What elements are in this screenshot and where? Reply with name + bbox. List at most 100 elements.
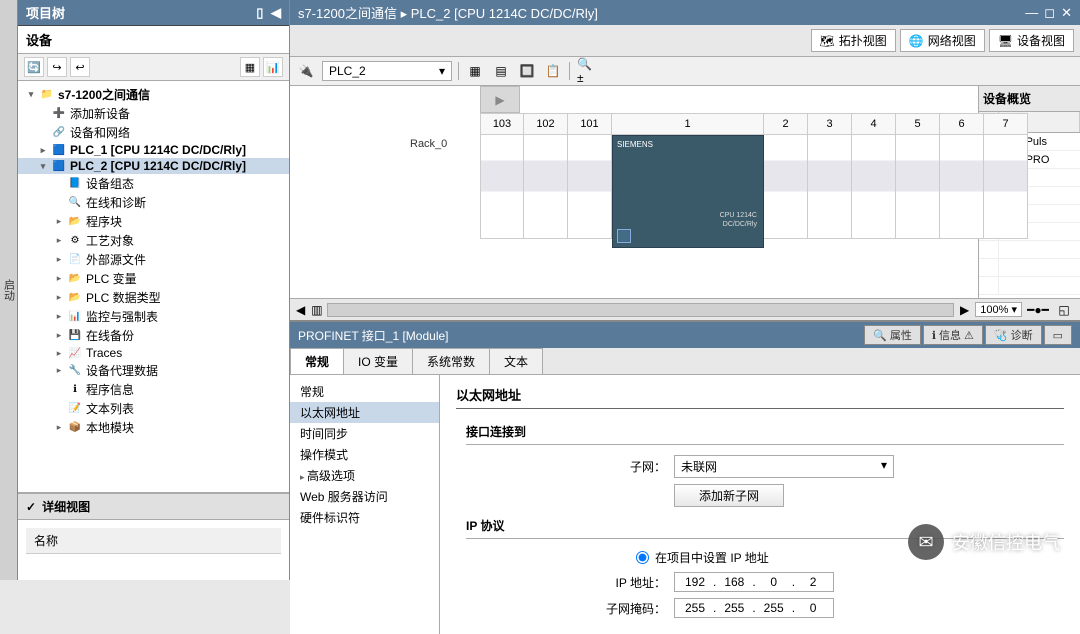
tree-item[interactable]: ℹ程序信息: [18, 380, 289, 399]
tree-btn-1[interactable]: 🔄: [24, 57, 44, 77]
tree-expander[interactable]: ▸: [54, 330, 64, 341]
prop-nav-item[interactable]: 高级选项: [290, 465, 439, 486]
prop-nav-item[interactable]: 以太网地址: [290, 402, 439, 423]
tree-item[interactable]: ▸🔧设备代理数据: [18, 361, 289, 380]
device-canvas[interactable]: ▶ Rack_0 1031021011234567 SIEMENS CPU 12…: [290, 86, 1080, 298]
slot-cell[interactable]: [984, 135, 1028, 239]
prop-tab[interactable]: 文本: [489, 348, 543, 374]
slot-cell[interactable]: [852, 135, 896, 239]
overview-row[interactable]: [979, 259, 1080, 277]
subnet-mask-input[interactable]: 255. 255. 255. 0: [674, 598, 834, 618]
tree-btn-2[interactable]: ↪: [47, 57, 67, 77]
prop-nav-item[interactable]: 常规: [290, 381, 439, 402]
tree-item[interactable]: ▾📁s7-1200之间通信: [18, 85, 289, 104]
tree-expander[interactable]: ▸: [54, 216, 64, 227]
minimize-icon[interactable]: —: [1025, 5, 1038, 21]
tree-item[interactable]: 📝文本列表: [18, 399, 289, 418]
prop-nav-item[interactable]: Web 服务器访问: [290, 486, 439, 507]
tab-info[interactable]: ℹ信息 ⚠: [923, 325, 983, 345]
prop-tab[interactable]: IO 变量: [343, 348, 413, 374]
tree-expander[interactable]: ▸: [54, 254, 64, 265]
add-subnet-button[interactable]: 添加新子网: [674, 484, 784, 507]
network-view-btn[interactable]: 🌐网络视图: [900, 29, 985, 52]
tree-expander[interactable]: ▸: [54, 422, 64, 433]
tree-expander[interactable]: ▸: [54, 348, 64, 359]
tree-item[interactable]: ▸📄外部源文件: [18, 250, 289, 269]
property-content: 以太网地址 接口连接到 子网： 未联网▾ 添加新子网 IP 协议 在项目中设置 …: [440, 375, 1080, 634]
close-icon[interactable]: ✕: [1061, 5, 1072, 21]
tree-item[interactable]: ▸📈Traces: [18, 345, 289, 361]
project-tree[interactable]: ▾📁s7-1200之间通信➕添加新设备🔗设备和网络▸🟦PLC_1 [CPU 12…: [18, 81, 289, 493]
slot-cell[interactable]: [480, 135, 524, 239]
tree-item[interactable]: ➕添加新设备: [18, 104, 289, 123]
tb-icon-3[interactable]: 🔲: [517, 61, 537, 81]
tree-item[interactable]: ▸📂PLC 数据类型: [18, 288, 289, 307]
slot-cell[interactable]: [808, 135, 852, 239]
project-tree-header: 项目树 ▯ ◀: [18, 0, 289, 26]
tree-btn-3[interactable]: ↩: [70, 57, 90, 77]
prop-tab[interactable]: 系统常数: [412, 348, 490, 374]
fit-icon[interactable]: ◱: [1054, 300, 1074, 320]
scroll-left-icon[interactable]: ◀: [296, 303, 305, 317]
tree-item[interactable]: ▸⚙工艺对象: [18, 231, 289, 250]
slot-cell[interactable]: [896, 135, 940, 239]
h-scroll-track[interactable]: [327, 303, 954, 317]
tree-expander[interactable]: ▸: [54, 273, 64, 284]
rack-play-btn[interactable]: ▶: [480, 86, 520, 113]
slot-cell[interactable]: [568, 135, 612, 239]
tree-item[interactable]: 🔗设备和网络: [18, 123, 289, 142]
side-tab[interactable]: 启动: [0, 0, 18, 580]
zoom-slider[interactable]: ━●━: [1028, 300, 1048, 320]
tb-icon-1[interactable]: ▦: [465, 61, 485, 81]
zoom-icon[interactable]: 🔍±: [576, 61, 596, 81]
tree-item[interactable]: 🔍在线和诊断: [18, 193, 289, 212]
module-icon[interactable]: 🔌: [296, 61, 316, 81]
prop-nav-item[interactable]: 操作模式: [290, 444, 439, 465]
tree-item[interactable]: 📘设备组态: [18, 174, 289, 193]
overview-row[interactable]: [979, 277, 1080, 295]
tb-icon-4[interactable]: 📋: [543, 61, 563, 81]
tab-diagnostics[interactable]: 🩺诊断: [985, 325, 1042, 345]
tree-expander[interactable]: ▸: [54, 311, 64, 322]
tree-expander[interactable]: ▸: [54, 292, 64, 303]
tree-item[interactable]: ▸📊监控与强制表: [18, 307, 289, 326]
overview-row[interactable]: [979, 241, 1080, 259]
prop-tab[interactable]: 常规: [290, 348, 344, 374]
tree-expander[interactable]: ▸: [54, 365, 64, 376]
tree-item[interactable]: ▸💾在线备份: [18, 326, 289, 345]
plc-interface-port[interactable]: [617, 229, 631, 243]
slot-cell[interactable]: [940, 135, 984, 239]
tree-item[interactable]: ▸📂PLC 变量: [18, 269, 289, 288]
tree-item[interactable]: ▸📂程序块: [18, 212, 289, 231]
collapse-left-icon[interactable]: ◀: [271, 5, 281, 20]
tree-item[interactable]: ▸🟦PLC_1 [CPU 1214C DC/DC/Rly]: [18, 142, 289, 158]
prop-collapse-icon[interactable]: ▭: [1044, 325, 1072, 345]
scroll-right-icon[interactable]: ▶: [960, 303, 969, 317]
zoom-selector[interactable]: 100% ▾: [975, 302, 1022, 317]
radio-set-ip-in-project[interactable]: [636, 551, 649, 564]
subnet-select[interactable]: 未联网▾: [674, 455, 894, 478]
tab-properties[interactable]: 🔍属性: [864, 325, 921, 345]
topology-view-btn[interactable]: 🗺拓扑视图: [811, 29, 896, 52]
device-selector[interactable]: PLC_2 ▾: [322, 61, 452, 81]
tree-btn-4[interactable]: ▦: [240, 57, 260, 77]
maximize-icon[interactable]: ◻: [1044, 5, 1055, 21]
prop-nav-item[interactable]: 硬件标识符: [290, 507, 439, 528]
tree-item-label: 文本列表: [86, 400, 134, 417]
detail-view-header[interactable]: ✓ 详细视图: [18, 493, 289, 520]
tb-icon-2[interactable]: ▤: [491, 61, 511, 81]
ip-address-input[interactable]: 192. 168. 0. 2: [674, 572, 834, 592]
tree-expander[interactable]: ▾: [26, 89, 36, 100]
tree-expander[interactable]: ▸: [54, 235, 64, 246]
device-view-btn[interactable]: 🖥设备视图: [989, 29, 1074, 52]
tree-item[interactable]: ▾🟦PLC_2 [CPU 1214C DC/DC/Rly]: [18, 158, 289, 174]
slot-cell[interactable]: [764, 135, 808, 239]
tree-item[interactable]: ▸📦本地模块: [18, 418, 289, 437]
pin-icon[interactable]: ▯: [256, 5, 263, 20]
slot-cell[interactable]: [524, 135, 568, 239]
tree-expander[interactable]: ▸: [38, 145, 48, 156]
prop-nav-item[interactable]: 时间同步: [290, 423, 439, 444]
tree-btn-5[interactable]: 📊: [263, 57, 283, 77]
plc-module[interactable]: SIEMENS CPU 1214CDC/DC/Rly: [612, 135, 764, 248]
tree-expander[interactable]: ▾: [38, 161, 48, 172]
